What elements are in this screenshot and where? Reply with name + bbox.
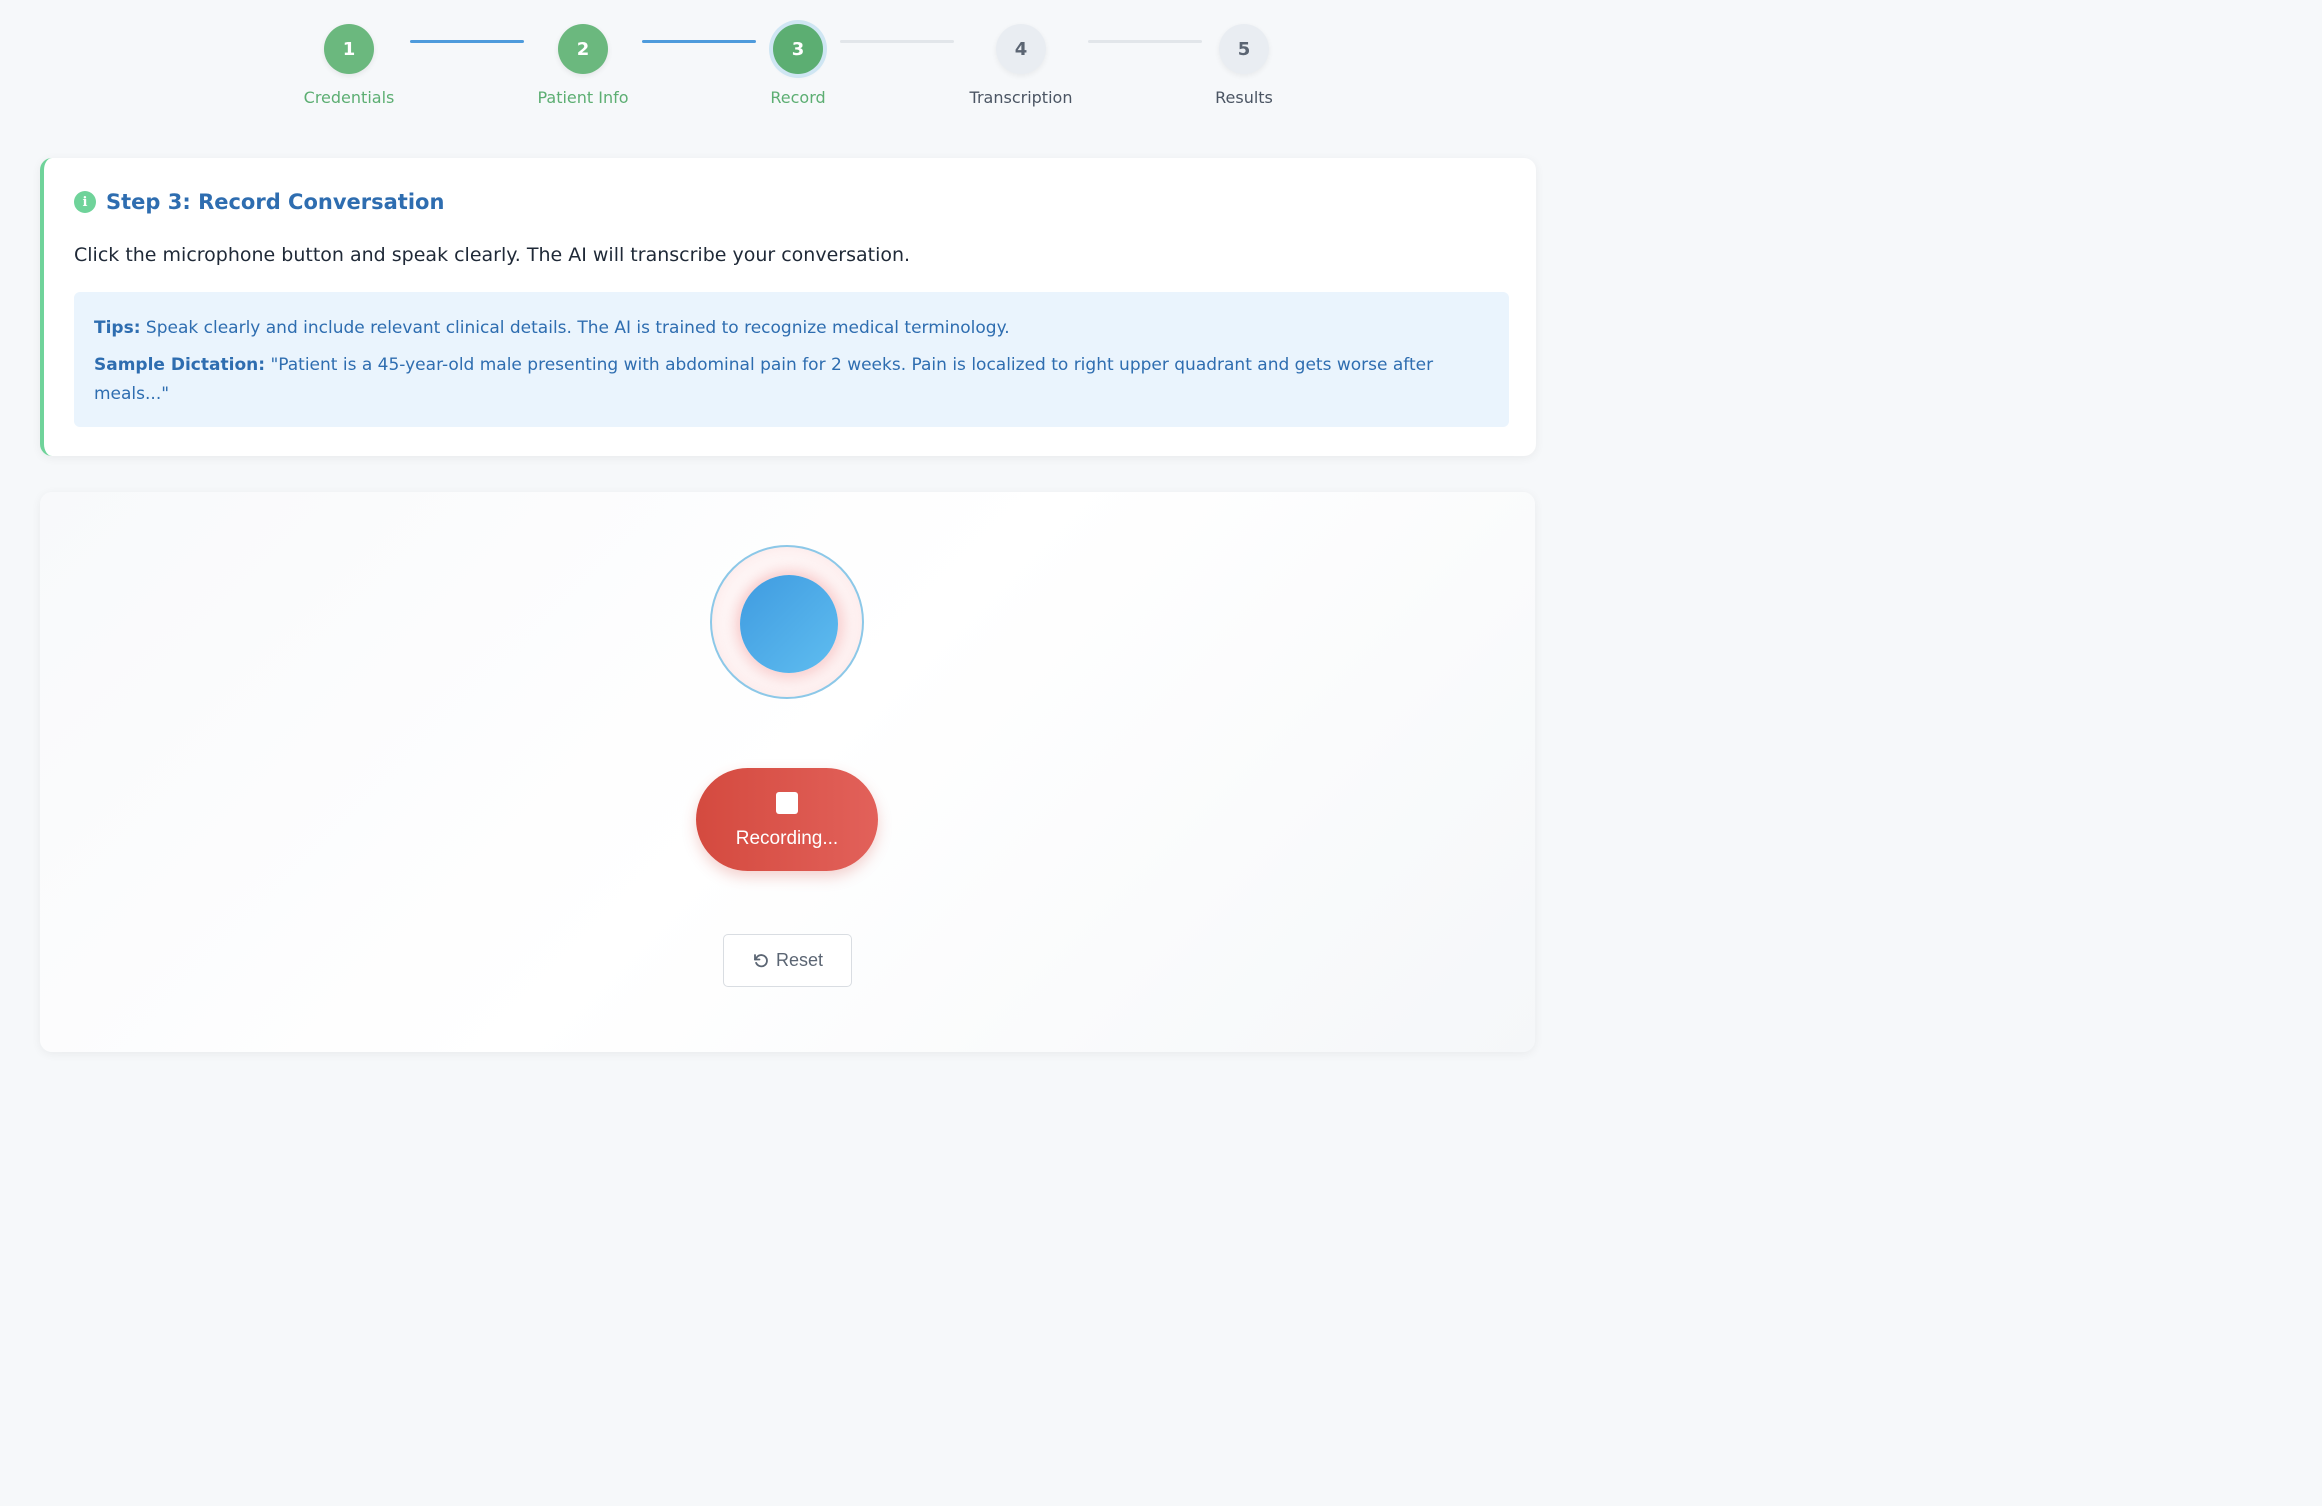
microphone-button[interactable]	[740, 575, 838, 673]
recording-label: Recording...	[735, 828, 839, 849]
card-description: Click the microphone button and speak cl…	[74, 244, 911, 266]
step-label: Transcription	[969, 88, 1073, 107]
reset-button[interactable]: Reset	[723, 934, 852, 987]
step-number: 1	[324, 24, 374, 74]
instructions-card: i Step 3: Record Conversation Click the …	[40, 158, 1536, 456]
tips-line: Tips: Speak clearly and include relevant…	[94, 314, 1489, 343]
reset-label: Reset	[775, 950, 824, 970]
step-number: 5	[1219, 24, 1269, 74]
info-icon: i	[74, 191, 96, 213]
card-title: Step 3: Record Conversation	[106, 190, 445, 214]
tips-box: Tips: Speak clearly and include relevant…	[74, 292, 1509, 427]
step-patient-info[interactable]: 2 Patient Info	[503, 24, 663, 107]
microphone-pulse-ring	[710, 545, 864, 699]
step-number: 2	[558, 24, 608, 74]
step-number: 4	[996, 24, 1046, 74]
step-transcription: 4 Transcription	[941, 24, 1101, 107]
step-number: 3	[773, 24, 823, 74]
tips-text: Speak clearly and include relevant clini…	[145, 318, 1010, 338]
step-results: 5 Results	[1164, 24, 1324, 107]
sample-dictation-label: Sample Dictation:	[94, 355, 266, 375]
step-label: Record	[770, 88, 826, 107]
progress-stepper: 1 Credentials 2 Patient Info 3 Record 4 …	[0, 0, 1568, 120]
card-heading: i Step 3: Record Conversation	[74, 190, 444, 214]
recording-panel: Recording... Reset	[40, 492, 1535, 1052]
undo-icon	[754, 953, 768, 967]
step-label: Results	[1215, 88, 1273, 107]
step-label: Patient Info	[537, 88, 629, 107]
step-record[interactable]: 3 Record	[718, 24, 878, 107]
sample-dictation-line: Sample Dictation: "Patient is a 45-year-…	[94, 351, 1489, 409]
step-label: Credentials	[303, 88, 395, 107]
stop-icon	[776, 792, 798, 814]
stop-recording-button[interactable]: Recording...	[696, 768, 878, 871]
step-credentials[interactable]: 1 Credentials	[269, 24, 429, 107]
sample-dictation-text: "Patient is a 45-year-old male presentin…	[94, 355, 1434, 404]
tips-label: Tips:	[94, 318, 141, 338]
